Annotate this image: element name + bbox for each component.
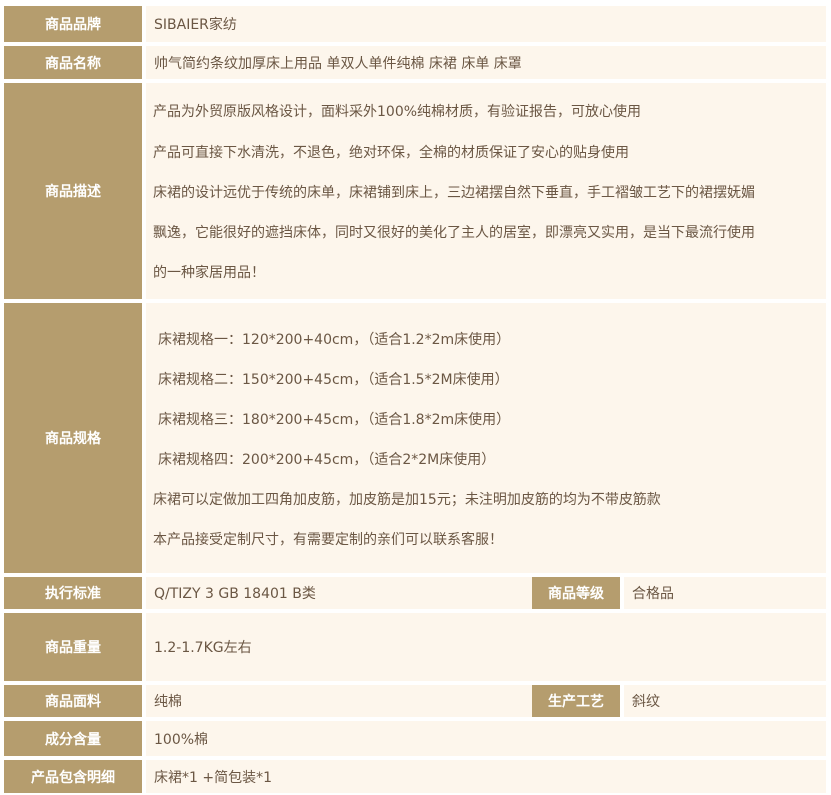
brand-value: SIBAIER家纺 xyxy=(146,6,826,42)
row-weight: 商品重量 1.2-1.7KG左右 xyxy=(4,613,826,681)
process-value: 斜纹 xyxy=(624,685,826,717)
brand-label: 商品品牌 xyxy=(4,6,142,42)
row-name: 商品名称 帅气简约条纹加厚床上用品 单双人单件纯棉 床裙 床单 床罩 xyxy=(4,46,826,79)
standard-label: 执行标准 xyxy=(4,577,142,609)
spec-line: 本产品接受定制尺寸，有需要定制的亲们可以联系客服！ xyxy=(153,532,503,548)
row-content: 成分含量 100%棉 xyxy=(4,721,826,756)
weight-value: 1.2-1.7KG左右 xyxy=(146,613,826,681)
description-value: 产品为外贸原版风格设计，面料采外100%纯棉材质，有验证报告，可放心使用 产品可… xyxy=(146,83,826,299)
fabric-label: 商品面料 xyxy=(4,685,142,717)
row-spec: 商品规格 床裙规格一：120*200+40cm，（适合1.2*2m床使用） 床裙… xyxy=(4,303,826,573)
row-description: 商品描述 产品为外贸原版风格设计，面料采外100%纯棉材质，有验证报告，可放心使… xyxy=(4,83,826,299)
description-line: 床裙的设计远优于传统的床单，床裙铺到床上，三边裙摆自然下垂直，手工褶皱工艺下的裙… xyxy=(153,185,755,201)
grade-value: 合格品 xyxy=(624,577,826,609)
spec-line: 床裙规格一：120*200+40cm，（适合1.2*2m床使用） xyxy=(158,332,511,348)
description-line: 的一种家居用品！ xyxy=(153,265,265,281)
spec-line: 床裙规格四：200*200+45cm，（适合2*2M床使用） xyxy=(158,452,496,468)
row-standard: 执行标准 Q/TIZY 3 GB 18401 B类 商品等级 合格品 xyxy=(4,577,826,609)
standard-value: Q/TIZY 3 GB 18401 B类 xyxy=(146,577,536,609)
package-label: 产品包含明细 xyxy=(4,760,142,793)
spec-label: 商品规格 xyxy=(4,303,142,573)
package-value: 床裙*1 +简包装*1 xyxy=(146,760,826,793)
fabric-value: 纯棉 xyxy=(146,685,536,717)
content-label: 成分含量 xyxy=(4,721,142,756)
content-value: 100%棉 xyxy=(146,721,826,756)
name-label: 商品名称 xyxy=(4,46,142,79)
spec-value: 床裙规格一：120*200+40cm，（适合1.2*2m床使用） 床裙规格二：1… xyxy=(146,303,826,573)
description-label: 商品描述 xyxy=(4,83,142,299)
row-fabric: 商品面料 纯棉 生产工艺 斜纹 xyxy=(4,685,826,717)
row-package: 产品包含明细 床裙*1 +简包装*1 xyxy=(4,760,826,793)
process-label: 生产工艺 xyxy=(532,685,620,717)
description-line: 产品为外贸原版风格设计，面料采外100%纯棉材质，有验证报告，可放心使用 xyxy=(153,104,642,120)
description-line: 产品可直接下水清洗，不退色，绝对环保，全棉的材质保证了安心的贴身使用 xyxy=(153,145,629,161)
description-line: 飘逸，它能很好的遮挡床体，同时又很好的美化了主人的居室，即漂亮又实用，是当下最流… xyxy=(153,225,755,241)
weight-label: 商品重量 xyxy=(4,613,142,681)
name-value: 帅气简约条纹加厚床上用品 单双人单件纯棉 床裙 床单 床罩 xyxy=(146,46,826,79)
spec-line: 床裙可以定做加工四角加皮筋，加皮筋是加15元；未注明加皮筋的均为不带皮筋款 xyxy=(153,492,661,508)
row-brand: 商品品牌 SIBAIER家纺 xyxy=(4,6,826,42)
spec-line: 床裙规格三：180*200+45cm，（适合1.8*2m床使用） xyxy=(158,412,511,428)
grade-label: 商品等级 xyxy=(532,577,620,609)
spec-line: 床裙规格二：150*200+45cm，（适合1.5*2M床使用） xyxy=(158,372,509,388)
